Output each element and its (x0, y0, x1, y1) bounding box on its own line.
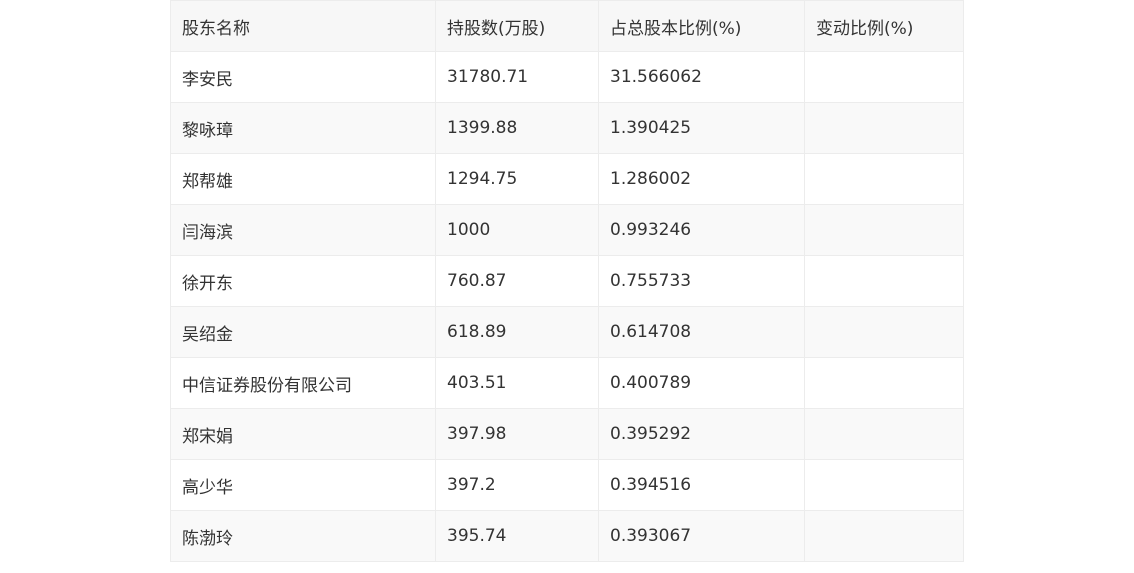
cell-shareholder-name: 中信证券股份有限公司 (170, 357, 436, 409)
cell-share-ratio: 0.393067 (598, 510, 805, 562)
cell-shareholder-name: 吴绍金 (170, 306, 436, 358)
table-row: 中信证券股份有限公司 403.51 0.400789 (170, 357, 964, 409)
cell-shares-held: 395.74 (435, 510, 599, 562)
cell-shareholder-name: 高少华 (170, 459, 436, 511)
cell-share-ratio: 1.286002 (598, 153, 805, 205)
cell-change-ratio (804, 51, 964, 103)
cell-share-ratio: 0.394516 (598, 459, 805, 511)
table-row: 郑帮雄 1294.75 1.286002 (170, 153, 964, 205)
cell-share-ratio: 0.614708 (598, 306, 805, 358)
cell-change-ratio (804, 357, 964, 409)
shareholder-table: 股东名称 持股数(万股) 占总股本比例(%) 变动比例(%) 李安民 31780… (170, 0, 964, 562)
header-shares-held: 持股数(万股) (435, 0, 599, 52)
header-shareholder-name: 股东名称 (170, 0, 436, 52)
cell-shares-held: 397.98 (435, 408, 599, 460)
cell-shares-held: 760.87 (435, 255, 599, 307)
cell-shares-held: 31780.71 (435, 51, 599, 103)
cell-shareholder-name: 郑帮雄 (170, 153, 436, 205)
cell-change-ratio (804, 102, 964, 154)
cell-shares-held: 1000 (435, 204, 599, 256)
shareholder-table-container: 股东名称 持股数(万股) 占总股本比例(%) 变动比例(%) 李安民 31780… (170, 0, 964, 562)
cell-shares-held: 397.2 (435, 459, 599, 511)
table-row: 郑宋娟 397.98 0.395292 (170, 408, 964, 460)
cell-shareholder-name: 黎咏璋 (170, 102, 436, 154)
table-header-row: 股东名称 持股数(万股) 占总股本比例(%) 变动比例(%) (170, 0, 964, 52)
cell-change-ratio (804, 255, 964, 307)
cell-share-ratio: 0.755733 (598, 255, 805, 307)
cell-change-ratio (804, 204, 964, 256)
cell-shareholder-name: 徐开东 (170, 255, 436, 307)
cell-shares-held: 1294.75 (435, 153, 599, 205)
cell-share-ratio: 31.566062 (598, 51, 805, 103)
table-row: 闫海滨 1000 0.993246 (170, 204, 964, 256)
cell-shareholder-name: 陈渤玲 (170, 510, 436, 562)
cell-shares-held: 403.51 (435, 357, 599, 409)
cell-change-ratio (804, 459, 964, 511)
table-row: 李安民 31780.71 31.566062 (170, 51, 964, 103)
cell-share-ratio: 0.993246 (598, 204, 805, 256)
cell-change-ratio (804, 408, 964, 460)
cell-shareholder-name: 郑宋娟 (170, 408, 436, 460)
cell-shares-held: 618.89 (435, 306, 599, 358)
cell-change-ratio (804, 510, 964, 562)
cell-share-ratio: 0.400789 (598, 357, 805, 409)
cell-shareholder-name: 闫海滨 (170, 204, 436, 256)
table-row: 徐开东 760.87 0.755733 (170, 255, 964, 307)
table-row: 吴绍金 618.89 0.614708 (170, 306, 964, 358)
cell-change-ratio (804, 306, 964, 358)
table-row: 陈渤玲 395.74 0.393067 (170, 510, 964, 562)
header-share-ratio: 占总股本比例(%) (598, 0, 805, 52)
cell-shareholder-name: 李安民 (170, 51, 436, 103)
table-row: 高少华 397.2 0.394516 (170, 459, 964, 511)
header-change-ratio: 变动比例(%) (804, 0, 964, 52)
cell-shares-held: 1399.88 (435, 102, 599, 154)
cell-share-ratio: 0.395292 (598, 408, 805, 460)
cell-change-ratio (804, 153, 964, 205)
cell-share-ratio: 1.390425 (598, 102, 805, 154)
table-row: 黎咏璋 1399.88 1.390425 (170, 102, 964, 154)
